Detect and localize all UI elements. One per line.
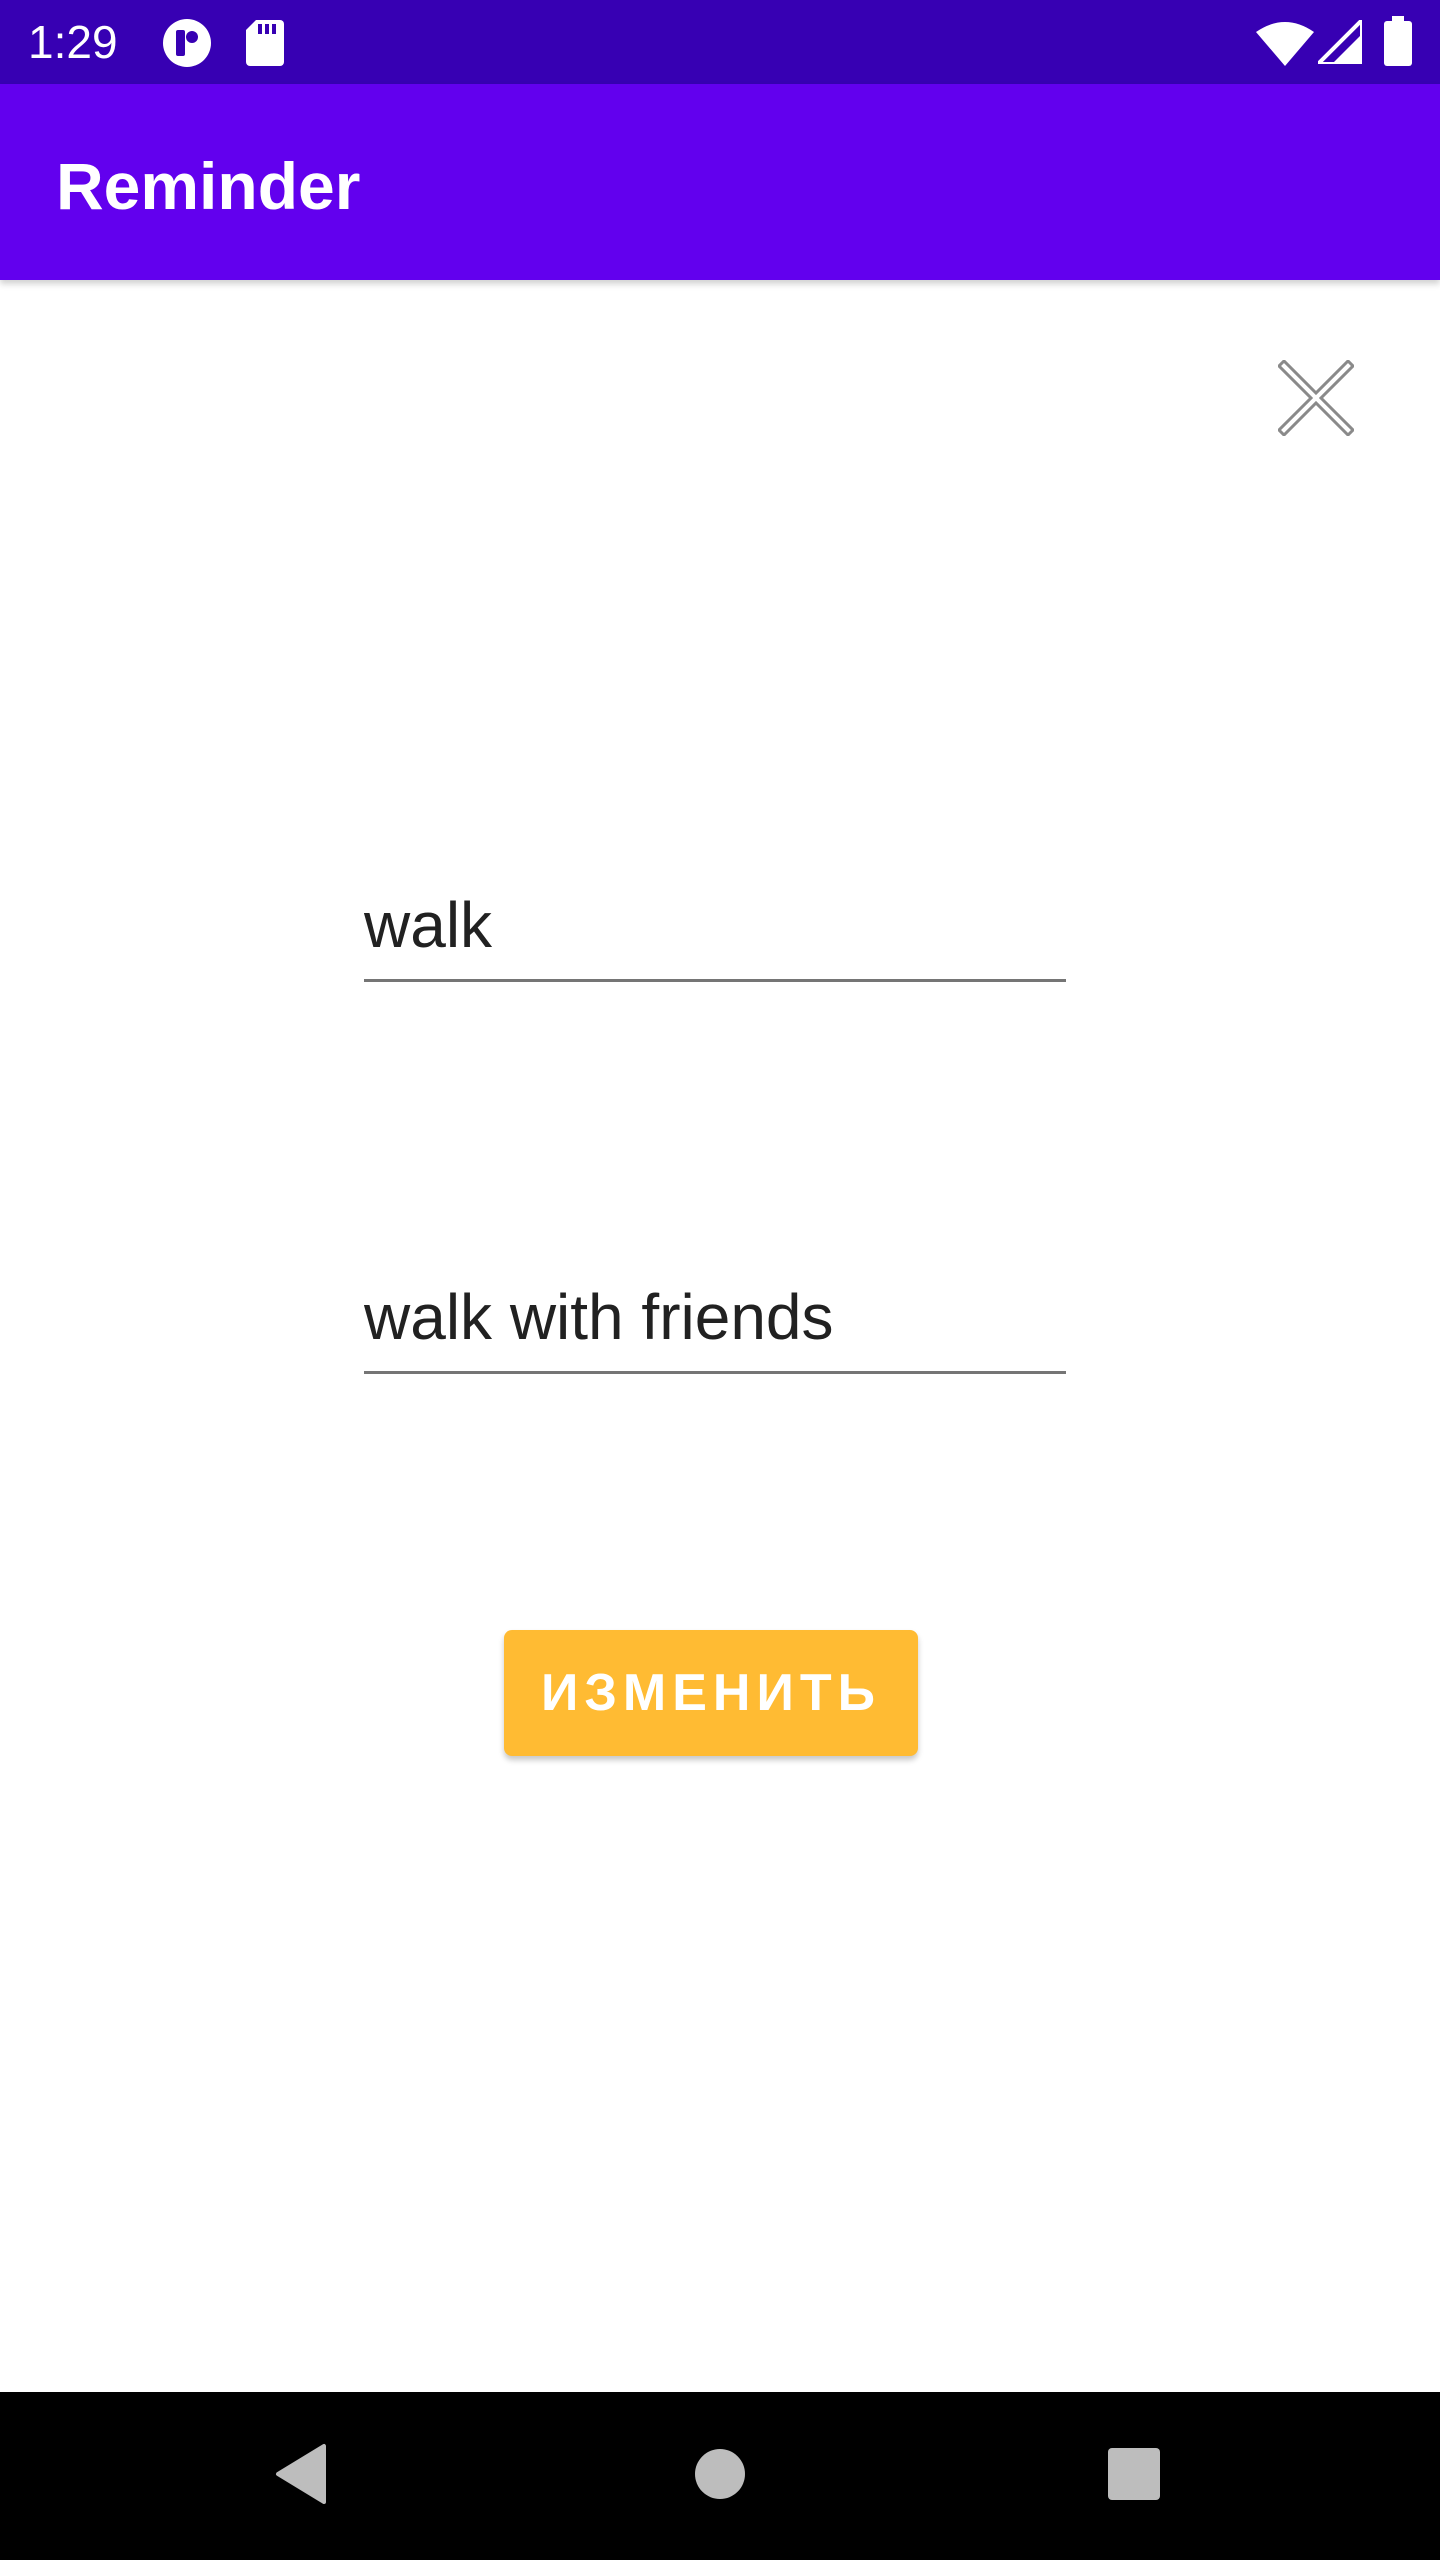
recents-button[interactable] [1054, 2392, 1214, 2560]
title-input[interactable] [364, 872, 1066, 978]
app-bar: Reminder [0, 84, 1440, 280]
sd-card-icon [246, 20, 284, 66]
description-input[interactable] [364, 1264, 1066, 1370]
screen: 1:29 Reminder walk walk with friends ИЗМ… [0, 0, 1440, 2560]
title-field [364, 872, 1066, 982]
status-bar: 1:29 [0, 0, 1440, 84]
recents-icon [1108, 2447, 1160, 2505]
close-button[interactable] [1256, 340, 1376, 460]
wifi-icon [1256, 20, 1314, 66]
description-underline [364, 1371, 1066, 1374]
change-button[interactable]: ИЗМЕНИТЬ [504, 1630, 918, 1756]
back-button[interactable] [220, 2392, 380, 2560]
navigation-bar [0, 2392, 1440, 2560]
signal-icon [1318, 20, 1362, 64]
status-time: 1:29 [28, 16, 118, 68]
title-underline [364, 979, 1066, 982]
battery-icon [1384, 16, 1412, 66]
app-notification-icon [162, 18, 212, 68]
close-icon [1276, 358, 1356, 441]
home-button[interactable] [640, 2392, 800, 2560]
description-field [364, 1264, 1066, 1374]
back-icon [272, 2443, 328, 2510]
app-title: Reminder [56, 149, 361, 223]
home-icon [694, 2448, 746, 2505]
